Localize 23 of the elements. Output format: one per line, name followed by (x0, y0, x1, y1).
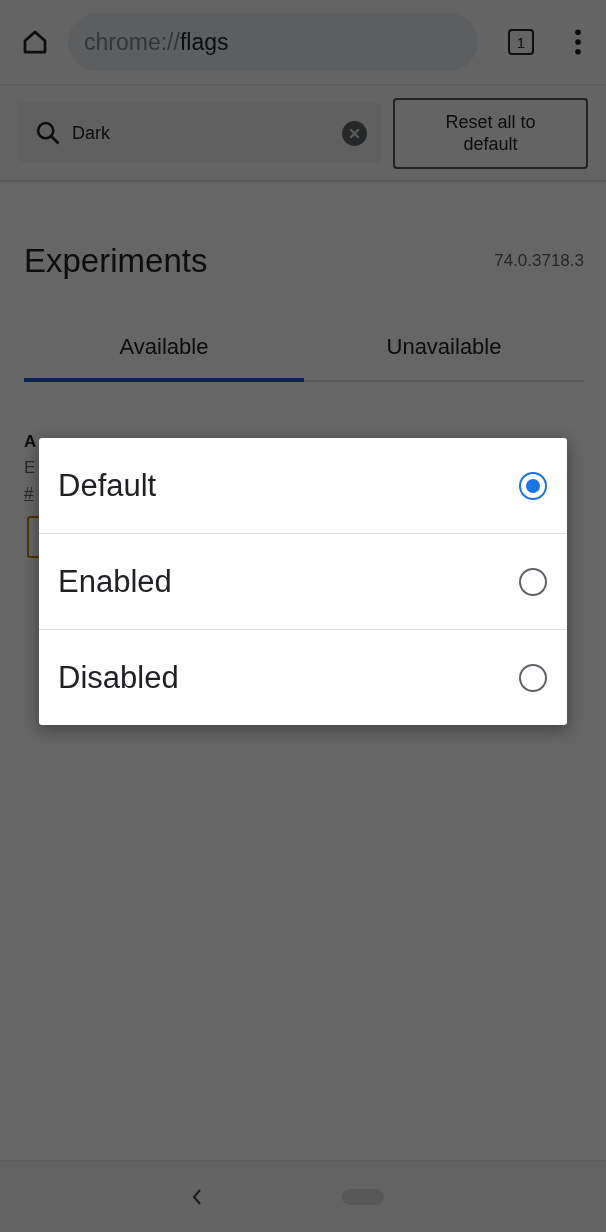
reset-all-button[interactable]: Reset all to default (393, 97, 588, 169)
option-row[interactable]: Default (39, 438, 567, 533)
page-title: Experiments (24, 242, 208, 280)
radio-button[interactable] (519, 663, 547, 692)
tab[interactable]: Available (24, 316, 304, 382)
search-field[interactable]: Dark (70, 121, 334, 145)
clear-icon[interactable] (342, 120, 367, 146)
radio-button[interactable] (519, 567, 547, 596)
search-icon (34, 119, 62, 147)
version-label: 74.0.3718.3 (494, 251, 584, 271)
radio-button[interactable] (519, 471, 547, 500)
option-label: Enabled (58, 563, 172, 600)
menu-icon[interactable] (574, 29, 582, 55)
option-row[interactable]: Enabled (39, 533, 567, 629)
option-row[interactable]: Disabled (39, 629, 567, 725)
flag-title: A (24, 432, 38, 452)
tab-switcher-button[interactable]: 1 (508, 29, 534, 55)
option-label: Disabled (58, 659, 179, 696)
flag-description: E (24, 458, 37, 478)
option-label: Default (58, 467, 157, 504)
search-bar[interactable]: Dark (18, 103, 381, 163)
tab[interactable]: Unavailable (304, 316, 584, 382)
back-icon[interactable] (192, 1189, 202, 1205)
